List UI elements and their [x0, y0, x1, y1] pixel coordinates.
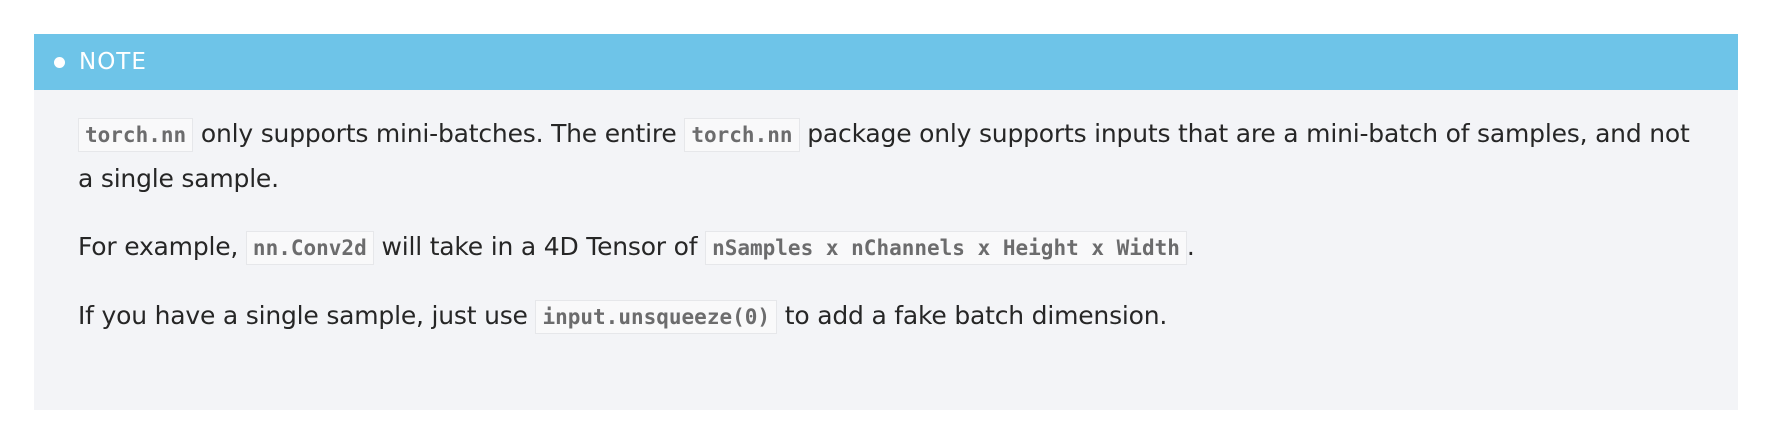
inline-code: nSamples x nChannels x Height x Width: [705, 231, 1187, 265]
inline-code: nn.Conv2d: [245, 231, 374, 265]
note-title: NOTE: [79, 49, 147, 75]
paragraph-text: For example,: [78, 232, 246, 261]
paragraph-text: will take in a 4D Tensor of: [373, 232, 706, 261]
note-body: torch.nn only supports mini-batches. The…: [34, 90, 1738, 339]
bullet-icon: [54, 56, 65, 68]
paragraph-minibatch: torch.nn only supports mini-batches. The…: [78, 90, 1694, 201]
paragraph-example: For example, nn.Conv2d will take in a 4D…: [78, 225, 1694, 270]
paragraph-single-sample: If you have a single sample, just use in…: [78, 294, 1694, 339]
note-header: NOTE: [34, 34, 1738, 90]
note-admonition: NOTE torch.nn only supports mini-batches…: [34, 34, 1738, 410]
paragraph-text: If you have a single sample, just use: [78, 301, 536, 330]
paragraph-text: to add a fake batch dimension.: [777, 301, 1168, 330]
inline-code: input.unsqueeze(0): [535, 300, 778, 334]
inline-code: torch.nn: [684, 118, 800, 152]
inline-code: torch.nn: [78, 118, 194, 152]
paragraph-text: .: [1186, 232, 1195, 261]
paragraph-text: only supports mini-batches. The entire: [193, 119, 685, 148]
